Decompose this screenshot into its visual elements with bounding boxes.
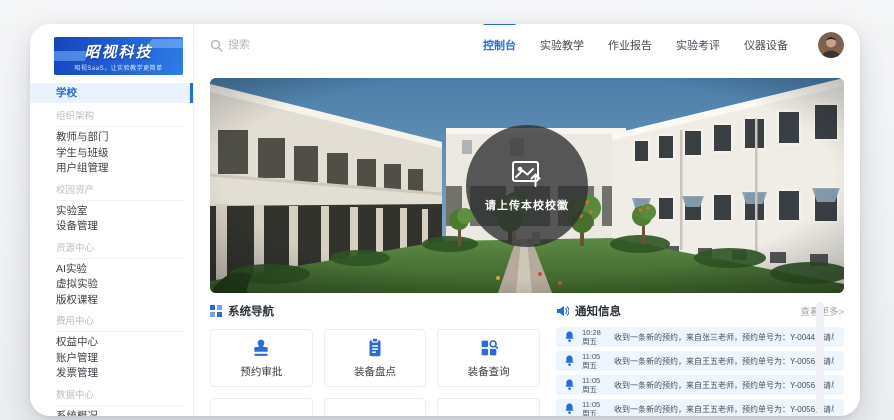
upload-school-badge-button[interactable]: 请上传本校校徽 xyxy=(466,125,588,247)
nav-card-partial[interactable] xyxy=(210,398,313,416)
notice-text: 收到一条新的预约，来自张三老师，预约单号为：Y-0044，请尽快处理。 xyxy=(614,332,834,343)
brand-logo[interactable]: 昭视科技 昭视SaaS，让实验教学更简单 xyxy=(54,37,183,75)
bell-icon xyxy=(564,355,575,367)
tab-homework-report[interactable]: 作业报告 xyxy=(608,35,652,55)
notice-text: 收到一条新的预约，来自王五老师，预约单号为：Y-0056，请尽快处理。 xyxy=(614,356,834,367)
stamp-icon xyxy=(250,338,272,359)
sidebar-section-resource-center: 资源中心 xyxy=(30,242,193,255)
notification-item[interactable]: 11:05 周五 收到一条新的预约，来自王五老师，预约单号为：Y-0056，请尽… xyxy=(556,399,844,416)
main-area: 控制台 实验教学 作业报告 实验考评 仪器设备 xyxy=(194,24,860,416)
nav-cards-row2 xyxy=(210,398,540,416)
sidebar-section-cost-center: 费用中心 xyxy=(30,315,193,328)
search-input[interactable] xyxy=(228,39,408,51)
notice-title: 通知信息 xyxy=(575,303,621,319)
sidebar-section-campus-assets: 校园资产 xyxy=(30,184,193,197)
divider xyxy=(56,331,185,332)
sidebar-item-equipment-management[interactable]: 设备管理 xyxy=(30,219,193,235)
bottom-panels: 系统导航 预约审批 xyxy=(210,303,844,416)
grid-icon xyxy=(210,305,222,317)
card-label: 装备查询 xyxy=(468,364,510,379)
card-label: 预约审批 xyxy=(240,364,282,379)
search-box[interactable] xyxy=(210,39,408,52)
sidebar-item-system-overview[interactable]: 系统概况 xyxy=(30,409,193,417)
system-nav-header: 系统导航 xyxy=(210,303,540,319)
system-nav-title: 系统导航 xyxy=(228,303,274,319)
tab-experiment-teaching[interactable]: 实验教学 xyxy=(540,35,584,55)
notification-item[interactable]: 11:05 周五 收到一条新的预约，来自王五老师，预约单号为：Y-0056，请尽… xyxy=(556,351,844,371)
notice-time-hour: 10:28 xyxy=(582,328,601,337)
notification-item[interactable]: 10:28 周五 收到一条新的预约，来自张三老师，预约单号为：Y-0044，请尽… xyxy=(556,327,844,347)
notice-text: 收到一条新的预约，来自王五老师，预约单号为：Y-0056，请尽快处理。 xyxy=(614,404,834,415)
sidebar-section-data-center: 数据中心 xyxy=(30,389,193,402)
divider xyxy=(56,200,185,201)
sidebar-item-account-management[interactable]: 账户管理 xyxy=(30,351,193,367)
bell-icon xyxy=(564,403,575,415)
notice-time-hour: 11:05 xyxy=(582,376,600,385)
tab-experiment-evaluation[interactable]: 实验考评 xyxy=(676,35,720,55)
nav-tabs: 控制台 实验教学 作业报告 实验考评 仪器设备 xyxy=(483,35,788,55)
notice-time: 11:05 周五 xyxy=(582,352,610,371)
notification-item[interactable]: 11:05 周五 收到一条新的预约，来自王五老师，预约单号为：Y-0056，请尽… xyxy=(556,375,844,395)
sidebar-item-students-classes[interactable]: 学生与班级 xyxy=(30,146,193,162)
notice-time-day: 周五 xyxy=(582,337,597,346)
sidebar: 昭视科技 昭视SaaS，让实验教学更简单 学校 组织架构 教师与部门 学生与班级… xyxy=(30,24,194,416)
search-icon xyxy=(210,39,223,52)
sidebar-item-laboratory[interactable]: 实验室 xyxy=(30,204,193,220)
sidebar-item-copyright-courses[interactable]: 版权课程 xyxy=(30,293,193,309)
sidebar-section-organization: 组织架构 xyxy=(30,110,193,123)
sidebar-item-teachers-departments[interactable]: 教师与部门 xyxy=(30,130,193,146)
divider xyxy=(56,258,185,259)
nav-card-partial[interactable] xyxy=(324,398,427,416)
notice-time-day: 周五 xyxy=(582,361,597,370)
card-equipment-query[interactable]: 装备查询 xyxy=(437,329,540,387)
upload-school-badge-label: 请上传本校校徽 xyxy=(485,197,569,213)
grid-search-icon xyxy=(478,337,500,359)
nav-cards-row1: 预约审批 装备盘点 xyxy=(210,329,540,387)
card-appointment-approval[interactable]: 预约审批 xyxy=(210,329,313,387)
user-avatar[interactable] xyxy=(818,32,844,58)
tab-instrument-equipment[interactable]: 仪器设备 xyxy=(744,35,788,55)
notice-time-day: 周五 xyxy=(582,409,597,416)
upload-image-icon xyxy=(510,158,544,188)
bell-icon xyxy=(564,379,575,391)
notice-time-day: 周五 xyxy=(582,385,597,394)
notice-header: 通知信息 查看更多> xyxy=(556,303,844,319)
sidebar-item-school[interactable]: 学校 xyxy=(30,83,193,103)
notice-time-hour: 11:05 xyxy=(582,400,600,409)
notice-time: 11:05 周五 xyxy=(582,376,610,395)
sidebar-item-rights-center[interactable]: 权益中心 xyxy=(30,335,193,351)
card-equipment-inventory[interactable]: 装备盘点 xyxy=(324,329,427,387)
brand-title: 昭视科技 xyxy=(84,41,152,62)
speaker-icon xyxy=(556,305,569,317)
notice-time: 11:05 周五 xyxy=(582,400,610,416)
sidebar-item-virtual-experiment[interactable]: 虚拟实验 xyxy=(30,277,193,293)
clipboard-icon xyxy=(364,337,386,359)
top-bar: 控制台 实验教学 作业报告 实验考评 仪器设备 xyxy=(210,24,844,66)
sidebar-item-invoice-management[interactable]: 发票管理 xyxy=(30,366,193,382)
avatar-image xyxy=(818,32,844,58)
notice-panel: 通知信息 查看更多> 10:28 周五 收到一条新的预约，来自张三老师，预约单 xyxy=(556,303,844,416)
brand-tagline: 昭视SaaS，让实验教学更简单 xyxy=(74,63,162,72)
system-nav-panel: 系统导航 预约审批 xyxy=(210,303,540,416)
divider xyxy=(56,126,185,127)
notice-time-hour: 11:05 xyxy=(582,352,600,361)
sidebar-item-user-groups[interactable]: 用户组管理 xyxy=(30,161,193,177)
notice-text: 收到一条新的预约，来自王五老师，预约单号为：Y-0056，请尽快处理。 xyxy=(614,380,834,391)
campus-banner: 请上传本校校徽 xyxy=(210,78,844,293)
app-window: 昭视科技 昭视SaaS，让实验教学更简单 学校 组织架构 教师与部门 学生与班级… xyxy=(30,24,860,416)
notice-list: 10:28 周五 收到一条新的预约，来自张三老师，预约单号为：Y-0044，请尽… xyxy=(556,327,844,416)
notice-time: 10:28 周五 xyxy=(582,328,610,347)
card-label: 装备盘点 xyxy=(354,364,396,379)
nav-card-partial[interactable] xyxy=(437,398,540,416)
divider xyxy=(56,405,185,406)
bell-icon xyxy=(564,331,575,343)
tab-console[interactable]: 控制台 xyxy=(483,35,516,55)
scrollbar-thumb[interactable] xyxy=(816,302,824,414)
sidebar-item-ai-experiment[interactable]: AI实验 xyxy=(30,262,193,278)
